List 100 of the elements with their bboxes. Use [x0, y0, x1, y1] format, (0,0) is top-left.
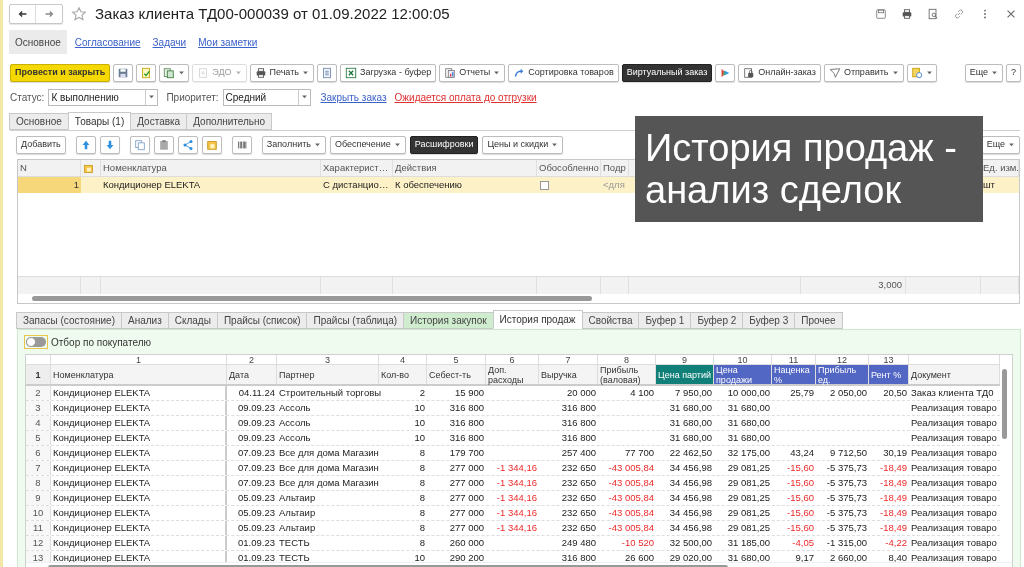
- command-button[interactable]: Еще: [964, 64, 1003, 82]
- folder-icon: [205, 139, 218, 151]
- table-cell-text: 316 800: [561, 430, 596, 445]
- favorite-button[interactable]: [71, 6, 87, 22]
- priority-field[interactable]: Средний: [222, 88, 311, 106]
- tab[interactable]: Склады: [167, 312, 218, 329]
- table-cell-text: Кондиционер ELEKTA: [53, 505, 151, 520]
- column-header: N: [20, 160, 27, 175]
- caret-icon: [493, 71, 501, 75]
- command-button[interactable]: Отправить: [823, 64, 904, 82]
- caret-icon: [551, 143, 559, 147]
- nav-tab[interactable]: Задачи: [148, 34, 191, 50]
- table-cell-text: -15,60: [787, 505, 814, 520]
- tab[interactable]: История закупок: [403, 312, 494, 329]
- table-cell-text: -15,60: [787, 475, 814, 490]
- table-cell-text: 8: [419, 445, 425, 460]
- tab[interactable]: Буфер 3: [742, 312, 796, 329]
- tab[interactable]: Буфер 2: [690, 312, 744, 329]
- icon-button[interactable]: [113, 64, 134, 82]
- tab[interactable]: Запасы (состояние): [16, 312, 122, 329]
- toolbar-button[interactable]: Обеспечение: [329, 136, 406, 154]
- icon-button[interactable]: [177, 136, 198, 154]
- scrollbar[interactable]: [32, 296, 592, 301]
- caret-icon: [178, 71, 186, 75]
- column-number: 10: [737, 355, 748, 365]
- table-cell-text: 25,79: [790, 385, 814, 400]
- tab[interactable]: Основное: [9, 113, 69, 130]
- table-cell: 2 660,00: [830, 550, 867, 562]
- table-cell-text: 22 462,50: [669, 445, 712, 460]
- table-cell-text: 4 100: [630, 385, 654, 400]
- toolbar-button[interactable]: Заполнить: [261, 136, 326, 154]
- toggle-switch[interactable]: [24, 335, 48, 349]
- command-button[interactable]: Загрузка - буфер: [340, 64, 437, 82]
- table-cell-text: -18,49: [880, 505, 907, 520]
- help-button[interactable]: ?: [1006, 64, 1021, 82]
- icon-button[interactable]: [159, 64, 190, 82]
- checkbox[interactable]: [540, 180, 549, 190]
- toolbar-button[interactable]: Расшифровки: [409, 136, 479, 154]
- icon-button[interactable]: [201, 136, 222, 154]
- link[interactable]: Закрыть заказ: [320, 89, 387, 105]
- link[interactable]: Ожидается оплата до отгрузки: [394, 89, 537, 105]
- table-cell-text: 10: [414, 400, 425, 415]
- table-cell-text: Альтаир: [279, 505, 316, 520]
- tab[interactable]: Прайсы (таблица): [306, 312, 405, 329]
- table-cell-text: 31 185,00: [727, 535, 770, 550]
- tab[interactable]: Свойства: [581, 312, 640, 329]
- tab[interactable]: История продаж: [492, 310, 583, 329]
- table-cell-text: Кондиционер ELEKTA: [53, 400, 151, 415]
- row-number: 1: [35, 369, 41, 380]
- nav-tab[interactable]: Мои заметки: [194, 34, 262, 50]
- status-field[interactable]: К выполнению: [48, 88, 159, 106]
- tab[interactable]: Анализ: [121, 312, 169, 329]
- icon-button[interactable]: [129, 136, 150, 154]
- command-button[interactable]: Печать: [249, 64, 314, 82]
- table-cell-text: 260 000: [449, 535, 484, 550]
- curved-arrow-icon: [513, 67, 526, 79]
- column-number: 5: [453, 355, 459, 365]
- table-cell-text: Реализация товаро: [911, 460, 997, 475]
- table-cell-text: 29 081,25: [727, 475, 770, 490]
- icon-button[interactable]: [99, 136, 120, 154]
- icon-button[interactable]: [231, 136, 252, 154]
- table-cell-text: -1 344,16: [496, 505, 537, 520]
- more-button[interactable]: Еще: [981, 136, 1020, 154]
- tab[interactable]: Товары (1): [67, 112, 132, 130]
- toolbar-button[interactable]: Цены и скидки: [482, 136, 564, 154]
- tab[interactable]: Прочее: [794, 312, 843, 329]
- table-cell-text: Кондиционер ELEKTA: [53, 445, 151, 460]
- command-button[interactable]: Сортировка товаров: [508, 64, 619, 82]
- scrollbar[interactable]: [1001, 369, 1007, 439]
- table-cell-text: 316 800: [561, 400, 596, 415]
- column-header: Выручка: [541, 369, 577, 380]
- table-cell-text: Ассоль: [279, 430, 311, 445]
- icon-button[interactable]: [153, 136, 174, 154]
- caret-icon: [925, 71, 933, 75]
- tab[interactable]: Доставка: [130, 113, 188, 130]
- nav-tab[interactable]: Согласование: [70, 34, 145, 50]
- icon-button[interactable]: [317, 64, 337, 82]
- command-button[interactable]: Провести и закрыть: [10, 64, 111, 82]
- column-number: 6: [509, 355, 515, 365]
- column-header: Себест-ть: [429, 369, 471, 380]
- table-cell-text: 07.09.23: [238, 460, 275, 475]
- table-cell-text: Реализация товаро: [911, 520, 997, 535]
- command-button[interactable]: Онлайн-заказ: [738, 64, 821, 82]
- command-button[interactable]: Виртуальный заказ: [621, 64, 713, 82]
- table-cell-text: 20,50: [883, 385, 907, 400]
- icon-button[interactable]: [715, 64, 736, 82]
- field-label: Статус:: [10, 90, 45, 105]
- toolbar-button[interactable]: Добавить: [16, 136, 66, 154]
- icon-button[interactable]: [906, 64, 937, 82]
- tab[interactable]: Дополнительно: [186, 113, 273, 130]
- table-cell-text: 29 081,25: [727, 490, 770, 505]
- nav-tab[interactable]: Основное: [9, 30, 67, 54]
- close-icon: [1005, 8, 1017, 20]
- icon-button[interactable]: [75, 136, 96, 154]
- tab[interactable]: Прайсы (список): [216, 312, 308, 329]
- command-button[interactable]: Отчеты: [439, 64, 506, 82]
- row-number-cell[interactable]: 1: [18, 177, 81, 193]
- tab[interactable]: Буфер 1: [638, 312, 692, 329]
- icon-button[interactable]: [136, 64, 157, 82]
- table-cell: 10: [414, 550, 425, 562]
